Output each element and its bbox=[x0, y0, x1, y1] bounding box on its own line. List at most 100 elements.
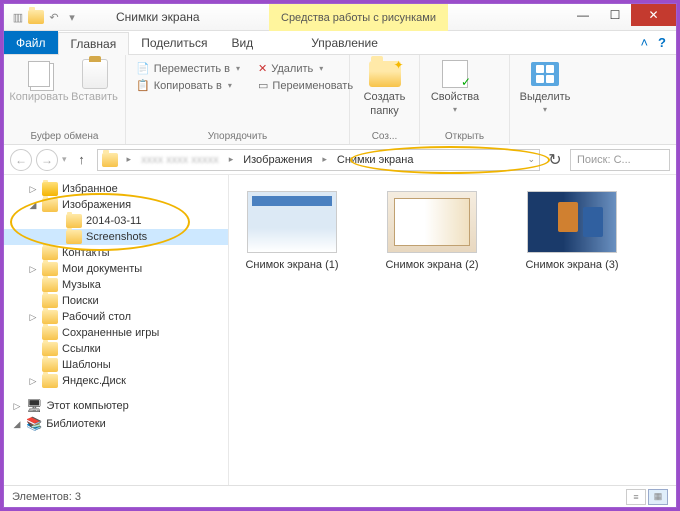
group-new-label: Соз... bbox=[356, 129, 413, 144]
group-open-label: Открыть bbox=[426, 129, 503, 144]
chevron-down-icon: ▾ bbox=[453, 105, 457, 114]
tree-links[interactable]: Ссылки bbox=[4, 341, 228, 357]
group-organize-label: Упорядочить bbox=[132, 129, 343, 144]
thumbnail-image bbox=[247, 191, 337, 253]
folder-icon bbox=[66, 214, 82, 228]
tab-view[interactable]: Вид bbox=[219, 31, 265, 54]
folder-icon bbox=[42, 326, 58, 340]
breadcrumb-screenshots[interactable]: Снимки экрана bbox=[332, 154, 419, 166]
tree-libraries[interactable]: ◢📚Библиотеки bbox=[4, 415, 228, 433]
tree-date-folder[interactable]: 2014-03-11 bbox=[4, 213, 228, 229]
refresh-button[interactable]: ↻ bbox=[544, 149, 566, 171]
ribbon: Копировать Вставить Буфер обмена 📄Переме… bbox=[4, 55, 676, 145]
tree-screenshots[interactable]: Screenshots bbox=[4, 229, 228, 245]
nav-history-dropdown[interactable]: ▾ bbox=[62, 154, 67, 165]
status-bar: Элементов: 3 ≡ ▦ bbox=[4, 485, 676, 507]
qat-newfolder-icon[interactable] bbox=[28, 9, 44, 25]
chevron-down-icon: ▾ bbox=[543, 105, 547, 114]
tab-file[interactable]: Файл bbox=[4, 31, 58, 54]
tree-documents[interactable]: ▷Мои документы bbox=[4, 261, 228, 277]
copyto-button[interactable]: 📋Копировать в▾ bbox=[132, 78, 244, 93]
ribbon-tabstrip: Файл Главная Поделиться Вид Управление ˄… bbox=[4, 31, 676, 55]
nav-forward-button[interactable]: → bbox=[36, 149, 58, 171]
thumbnail-image bbox=[527, 191, 617, 253]
paste-button[interactable]: Вставить bbox=[70, 59, 119, 103]
tab-home[interactable]: Главная bbox=[58, 32, 130, 55]
file-thumbnail-2[interactable]: Снимок экрана (2) bbox=[377, 191, 487, 271]
tree-music[interactable]: Музыка bbox=[4, 277, 228, 293]
file-thumbnail-3[interactable]: Снимок экрана (3) bbox=[517, 191, 627, 271]
file-name: Снимок экрана (3) bbox=[525, 259, 618, 271]
nav-tree: ▷Избранное ◢Изображения 2014-03-11 Scree… bbox=[4, 175, 229, 485]
tree-yandex-disk[interactable]: ▷Яндекс.Диск bbox=[4, 373, 228, 389]
group-clipboard-label: Буфер обмена bbox=[10, 129, 119, 144]
folder-icon bbox=[42, 374, 58, 388]
properties-button[interactable]: Свойства ▾ bbox=[426, 59, 484, 114]
maximize-button[interactable]: ☐ bbox=[599, 4, 631, 26]
close-button[interactable]: ✕ bbox=[631, 4, 676, 26]
folder-icon bbox=[42, 198, 58, 212]
folder-icon bbox=[42, 246, 58, 260]
qat-undo-icon[interactable]: ↶ bbox=[46, 9, 62, 25]
tree-this-pc[interactable]: ▷🖥Этот компьютер bbox=[4, 397, 228, 415]
rename-icon: ▭ bbox=[258, 79, 268, 92]
libraries-icon: 📚 bbox=[26, 416, 42, 432]
moveto-icon: 📄 bbox=[136, 62, 150, 75]
minimize-button[interactable]: — bbox=[567, 4, 599, 26]
address-bar[interactable]: ▸ xxxx xxxx xxxxx ▸ Изображения ▸ Снимки… bbox=[97, 149, 540, 171]
breadcrumb-images[interactable]: Изображения bbox=[238, 154, 317, 166]
qat-dropdown-icon[interactable]: ▾ bbox=[64, 9, 80, 25]
view-thumbnails-button[interactable]: ▦ bbox=[648, 489, 668, 505]
tree-searches[interactable]: Поиски bbox=[4, 293, 228, 309]
folder-icon bbox=[42, 262, 58, 276]
folder-icon bbox=[42, 294, 58, 308]
thumbnail-image bbox=[387, 191, 477, 253]
new-folder-icon bbox=[369, 61, 401, 87]
help-icon[interactable]: ? bbox=[658, 35, 666, 50]
qat-properties-icon[interactable]: ▥ bbox=[10, 9, 26, 25]
tree-desktop[interactable]: ▷Рабочий стол bbox=[4, 309, 228, 325]
tree-images[interactable]: ◢Изображения bbox=[4, 197, 228, 213]
select-icon bbox=[531, 62, 559, 86]
folder-icon bbox=[42, 342, 58, 356]
file-name: Снимок экрана (2) bbox=[385, 259, 478, 271]
address-dropdown-icon[interactable]: ⌄ bbox=[527, 154, 535, 165]
copy-icon bbox=[28, 61, 50, 87]
select-button[interactable]: Выделить ▾ bbox=[516, 59, 574, 114]
delete-icon: ✕ bbox=[258, 62, 267, 75]
moveto-button[interactable]: 📄Переместить в▾ bbox=[132, 61, 244, 76]
breadcrumb-blurred[interactable]: xxxx xxxx xxxxx bbox=[136, 154, 224, 166]
new-folder-button[interactable]: Создать папку bbox=[356, 59, 413, 117]
file-name: Снимок экрана (1) bbox=[245, 259, 338, 271]
explorer-window: ▥ ↶ ▾ Снимки экрана Средства работы с ри… bbox=[4, 4, 676, 507]
nav-up-button[interactable]: ↑ bbox=[71, 149, 93, 171]
search-input[interactable]: Поиск: С... bbox=[570, 149, 670, 171]
titlebar: ▥ ↶ ▾ Снимки экрана Средства работы с ри… bbox=[4, 4, 676, 31]
properties-icon bbox=[442, 60, 468, 88]
copy-button[interactable]: Копировать bbox=[10, 59, 68, 103]
tree-favorites[interactable]: ▷Избранное bbox=[4, 181, 228, 197]
folder-icon bbox=[42, 310, 58, 324]
navbar: ← → ▾ ↑ ▸ xxxx xxxx xxxxx ▸ Изображения … bbox=[4, 145, 676, 175]
window-title: Снимки экрана bbox=[116, 10, 200, 24]
tree-saved-games[interactable]: Сохраненные игры bbox=[4, 325, 228, 341]
clipboard-icon bbox=[82, 59, 108, 89]
ribbon-collapse-icon[interactable]: ˄ bbox=[640, 35, 648, 50]
file-thumbnail-1[interactable]: Снимок экрана (1) bbox=[237, 191, 347, 271]
tab-share[interactable]: Поделиться bbox=[129, 31, 219, 54]
computer-icon: 🖥 bbox=[26, 398, 43, 414]
tab-manage[interactable]: Управление bbox=[299, 31, 390, 54]
nav-back-button[interactable]: ← bbox=[10, 149, 32, 171]
tree-templates[interactable]: Шаблоны bbox=[4, 357, 228, 373]
content-pane[interactable]: Снимок экрана (1) Снимок экрана (2) Сним… bbox=[229, 175, 676, 485]
delete-button[interactable]: ✕Удалить▾ bbox=[254, 61, 357, 76]
view-details-button[interactable]: ≡ bbox=[626, 489, 646, 505]
folder-icon bbox=[42, 278, 58, 292]
folder-icon bbox=[66, 230, 82, 244]
star-icon bbox=[42, 182, 58, 196]
folder-icon bbox=[102, 153, 118, 167]
tree-contacts[interactable]: Контакты bbox=[4, 245, 228, 261]
rename-button[interactable]: ▭Переименовать bbox=[254, 78, 357, 93]
folder-icon bbox=[42, 358, 58, 372]
status-item-count: Элементов: 3 bbox=[12, 491, 81, 503]
